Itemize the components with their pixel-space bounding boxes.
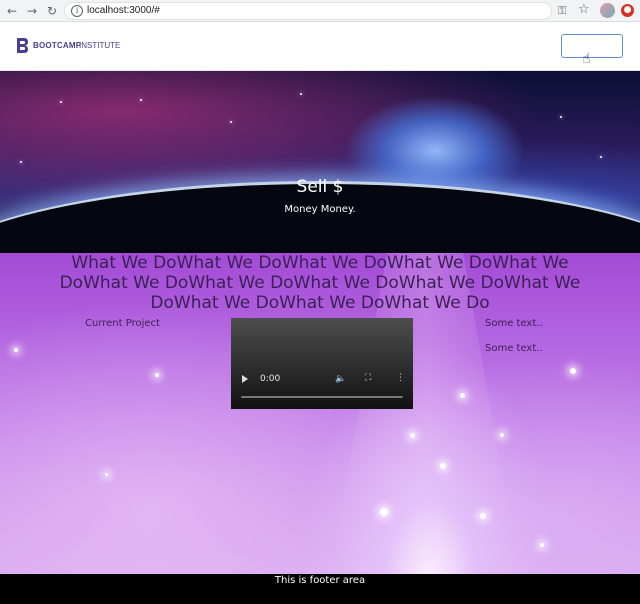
footer-text: This is footer area — [274, 575, 366, 586]
side-text-2: Some text.. — [485, 343, 543, 354]
sparkle — [410, 433, 415, 438]
star-sparkle — [60, 101, 62, 103]
video-player[interactable]: 0:00 🔈 ⛶ ⋮ — [231, 318, 413, 409]
sparkle — [14, 348, 18, 352]
sparkle — [480, 513, 486, 519]
side-text-1: Some text.. — [485, 318, 543, 329]
play-icon[interactable] — [242, 375, 248, 383]
star-sparkle — [300, 93, 302, 95]
star-sparkle — [140, 99, 142, 101]
star-sparkle — [560, 116, 562, 118]
browser-toolbar: ← → ↻ i localhost:3000/# ⚿ ☆ ● — [0, 0, 640, 22]
sparkle — [105, 473, 108, 476]
sparkle — [440, 463, 446, 469]
sparkle — [155, 373, 159, 377]
forward-icon[interactable]: → — [24, 3, 40, 19]
url-text[interactable]: localhost:3000/# — [87, 5, 160, 16]
hero-title: Sell $ — [296, 177, 344, 197]
site-header: BOOTCAMP INSTITUTE — [0, 22, 640, 71]
sparkle — [500, 433, 504, 437]
star-sparkle — [20, 161, 22, 163]
key-icon[interactable]: ⚿ — [558, 4, 566, 18]
star-sparkle — [230, 121, 232, 123]
address-bar[interactable]: i localhost:3000/# — [64, 2, 552, 20]
main-section: What We DoWhat We DoWhat We DoWhat We Do… — [0, 253, 640, 574]
sparkle — [570, 368, 576, 374]
extension-icon[interactable]: ● — [621, 4, 634, 17]
sparkle — [540, 543, 544, 547]
header-button[interactable] — [561, 34, 623, 58]
hero-subtitle: Money Money. — [284, 204, 356, 215]
video-progress-bar[interactable] — [241, 396, 403, 398]
back-icon[interactable]: ← — [4, 3, 20, 19]
current-project-label: Current Project — [85, 318, 160, 329]
sparkle — [380, 508, 388, 516]
info-icon[interactable]: i — [71, 5, 83, 17]
more-options-icon[interactable]: ⋮ — [396, 373, 405, 383]
section-title: What We DoWhat We DoWhat We DoWhat We Do… — [59, 253, 581, 313]
star-sparkle — [600, 156, 602, 158]
reload-icon[interactable]: ↻ — [44, 3, 60, 19]
logo-text-bold: BOOTCAMP — [33, 41, 82, 50]
star-icon[interactable]: ☆ — [578, 2, 590, 17]
hero-banner: Sell $ Money Money. — [0, 71, 640, 253]
logo-mark-icon — [17, 38, 28, 53]
profile-avatar[interactable] — [600, 3, 615, 18]
footer: This is footer area — [0, 574, 640, 604]
fullscreen-icon[interactable]: ⛶ — [365, 373, 371, 383]
sparkle — [460, 393, 465, 398]
video-time: 0:00 — [260, 374, 281, 384]
hand-cursor-icon: ☝ — [582, 51, 591, 67]
volume-icon[interactable]: 🔈 — [335, 374, 346, 384]
logo-text-light: INSTITUTE — [79, 41, 121, 50]
